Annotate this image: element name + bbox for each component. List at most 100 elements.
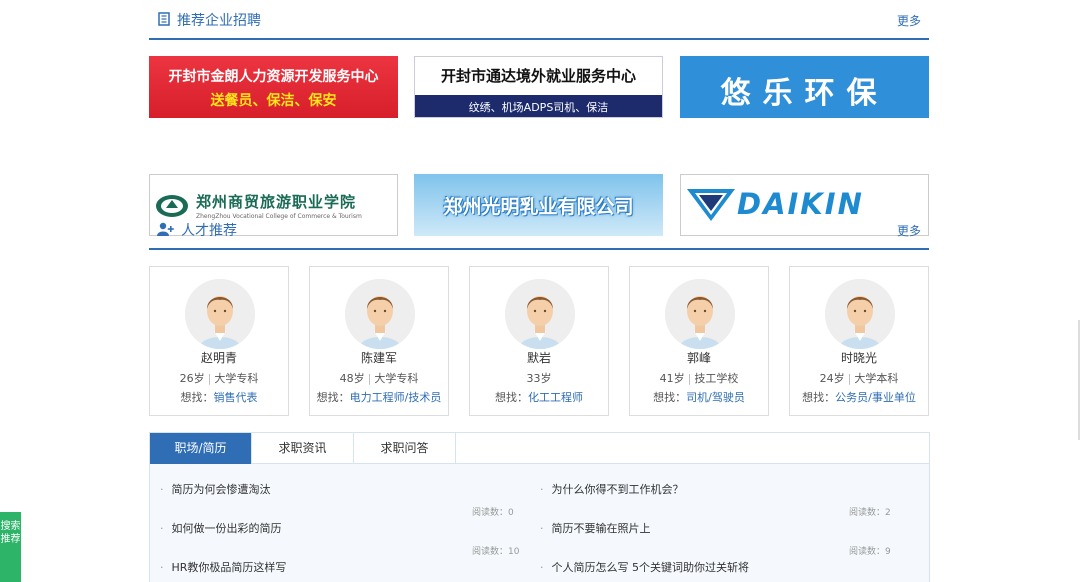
article-title: 简历为何会惨遭淘汰 xyxy=(171,483,271,496)
bullet: · xyxy=(540,483,544,496)
avatar xyxy=(665,279,735,349)
talent-name: 陈建军 xyxy=(360,351,397,365)
wanted-job-link[interactable]: 销售代表 xyxy=(214,391,258,404)
document-icon xyxy=(158,12,170,26)
talent-name: 赵明青 xyxy=(200,351,237,365)
want-label: 想找： xyxy=(180,391,214,404)
talent-age: 33岁 xyxy=(526,372,552,385)
person-avatar-icon xyxy=(345,279,415,349)
person-avatar-icon xyxy=(185,279,255,349)
talent-section: 人才推荐 更多 赵明青 26岁 | 大学专科 想找：销售代表 陈建军 48岁 |… xyxy=(149,210,929,426)
ad-title: 悠乐环保 xyxy=(720,76,889,111)
talent-education: 大学专科 xyxy=(214,372,259,385)
talent-age: 24岁 xyxy=(819,372,845,385)
article-link[interactable]: · 为什么你得不到工作机会？ xyxy=(540,481,684,497)
talent-education: 技工学校 xyxy=(694,372,739,385)
main-content: 推荐企业招聘 更多 开封市金朗人力资源开发服务中心 送餐员、保洁、保安 开封市通… xyxy=(149,0,930,582)
talent-info: 33岁 xyxy=(470,370,608,386)
talent-age: 41岁 xyxy=(659,372,685,385)
article-title: 简历不要输在照片上 xyxy=(551,522,651,535)
person-avatar-icon xyxy=(505,279,575,349)
talent-card[interactable]: 陈建军 48岁 | 大学专科 想找：电力工程师/技术员 xyxy=(309,266,449,416)
article-link[interactable]: · 简历不要输在照片上 xyxy=(540,520,651,536)
divider: | xyxy=(847,372,852,385)
avatar xyxy=(825,279,895,349)
read-count: 阅读数：9 xyxy=(849,547,891,557)
talent-info: 26岁 | 大学专科 xyxy=(150,370,288,386)
ad-subtitle: 送餐员、保洁、保安 xyxy=(210,93,337,109)
talent-card[interactable]: 时晓光 24岁 | 大学本科 想找：公务员/事业单位 xyxy=(789,266,929,416)
article-title: 个人简历怎么写 5个关键词助你过关斩将 xyxy=(551,561,750,574)
person-avatar-icon xyxy=(825,279,895,349)
article-title: HR教你极品简历这样写 xyxy=(171,561,287,574)
enterprise-more-link[interactable]: 更多 xyxy=(897,12,921,29)
add-user-icon xyxy=(157,222,174,236)
wanted-job-link[interactable]: 化工工程师 xyxy=(528,391,583,404)
article-link[interactable]: · HR教你极品简历这样写 xyxy=(160,559,286,575)
talent-age: 48岁 xyxy=(339,372,365,385)
ad-subtitle-band: 纹绣、机场ADPS司机、保洁 xyxy=(415,95,662,117)
want-label: 想找： xyxy=(653,391,687,404)
read-count: 阅读数：2 xyxy=(849,508,891,518)
want-label: 想找： xyxy=(802,391,836,404)
talent-name: 默岩 xyxy=(526,351,551,365)
talent-more-link[interactable]: 更多 xyxy=(897,222,921,239)
search-recommend-side-tab[interactable]: 搜索推荐 xyxy=(0,512,21,582)
article-link[interactable]: · 简历为何会惨遭淘汰 xyxy=(160,481,271,497)
talent-wanted-job: 想找：司机/驾驶员 xyxy=(636,389,762,405)
enterprise-section-title: 推荐企业招聘 xyxy=(177,13,261,29)
wanted-job-link[interactable]: 电力工程师/技术员 xyxy=(350,391,442,404)
ad-jinlang-hr[interactable]: 开封市金朗人力资源开发服务中心 送餐员、保洁、保安 xyxy=(149,56,398,118)
talent-wanted-job: 想找：电力工程师/技术员 xyxy=(316,389,442,405)
ad-title: 开封市通达境外就业服务中心 xyxy=(440,67,636,85)
enterprise-section-header: 推荐企业招聘 更多 xyxy=(149,0,929,40)
talent-wanted-job: 想找：销售代表 xyxy=(156,389,282,405)
tab-job-qa[interactable]: 求职问答 xyxy=(354,433,456,464)
talent-education: 大学本科 xyxy=(854,372,899,385)
bullet: · xyxy=(160,483,164,496)
ad-title: 郑州商贸旅游职业学院 xyxy=(196,193,357,211)
wanted-job-link[interactable]: 公务员/事业单位 xyxy=(835,391,916,404)
person-avatar-icon xyxy=(665,279,735,349)
article-title: 如何做一份出彩的简历 xyxy=(171,522,282,535)
tab-bar: 职场/简历 求职资讯 求职问答 xyxy=(150,433,929,464)
ad-title: 开封市金朗人力资源开发服务中心 xyxy=(168,69,379,85)
avatar xyxy=(505,279,575,349)
article-link[interactable]: · 如何做一份出彩的简历 xyxy=(160,520,282,536)
talent-card[interactable]: 赵明青 26岁 | 大学专科 想找：销售代表 xyxy=(149,266,289,416)
article-title: 为什么你得不到工作机会？ xyxy=(551,483,684,496)
talent-card[interactable]: 郭峰 41岁 | 技工学校 想找：司机/驾驶员 xyxy=(629,266,769,416)
talent-wanted-job: 想找：公务员/事业单位 xyxy=(796,389,922,405)
ad-youle-env[interactable]: 悠乐环保 xyxy=(680,56,929,118)
talent-section-title: 人才推荐 xyxy=(181,223,237,239)
want-label: 想找： xyxy=(316,391,350,404)
talent-cards: 赵明青 26岁 | 大学专科 想找：销售代表 陈建军 48岁 | 大学专科 想找… xyxy=(149,266,929,426)
talent-info: 48岁 | 大学专科 xyxy=(310,370,448,386)
talent-info: 24岁 | 大学本科 xyxy=(790,370,928,386)
bullet: · xyxy=(160,522,164,535)
bullet: · xyxy=(540,522,544,535)
talent-section-header: 人才推荐 更多 xyxy=(149,210,929,250)
article-link[interactable]: · 个人简历怎么写 5个关键词助你过关斩将 xyxy=(540,559,749,575)
talent-wanted-job: 想找：化工工程师 xyxy=(476,389,602,405)
talent-age: 26岁 xyxy=(179,372,205,385)
articles-tab-panel: 职场/简历 求职资讯 求职问答 · 简历为何会惨遭淘汰 阅读数：0 · 如何做一份出… xyxy=(149,432,930,582)
tab-career-resume[interactable]: 职场/简历 xyxy=(150,433,252,464)
talent-card[interactable]: 默岩 33岁 想找：化工工程师 xyxy=(469,266,609,416)
divider: | xyxy=(207,372,212,385)
read-count: 阅读数：0 xyxy=(472,508,514,518)
ad-tongda-employment[interactable]: 开封市通达境外就业服务中心 纹绣、机场ADPS司机、保洁 xyxy=(414,56,663,118)
enterprise-ads-grid: 开封市金朗人力资源开发服务中心 送餐员、保洁、保安 开封市通达境外就业服务中心 … xyxy=(149,40,929,236)
read-count: 阅读数：10 xyxy=(472,547,520,557)
want-label: 想找： xyxy=(495,391,528,404)
talent-info: 41岁 | 技工学校 xyxy=(630,370,768,386)
bullet: · xyxy=(160,561,164,574)
tab-job-news[interactable]: 求职资讯 xyxy=(252,433,354,464)
divider: | xyxy=(687,372,692,385)
divider: | xyxy=(367,372,372,385)
talent-education: 大学专科 xyxy=(374,372,419,385)
talent-name: 郭峰 xyxy=(686,351,711,365)
avatar xyxy=(185,279,255,349)
wanted-job-link[interactable]: 司机/驾驶员 xyxy=(686,391,745,404)
avatar xyxy=(345,279,415,349)
